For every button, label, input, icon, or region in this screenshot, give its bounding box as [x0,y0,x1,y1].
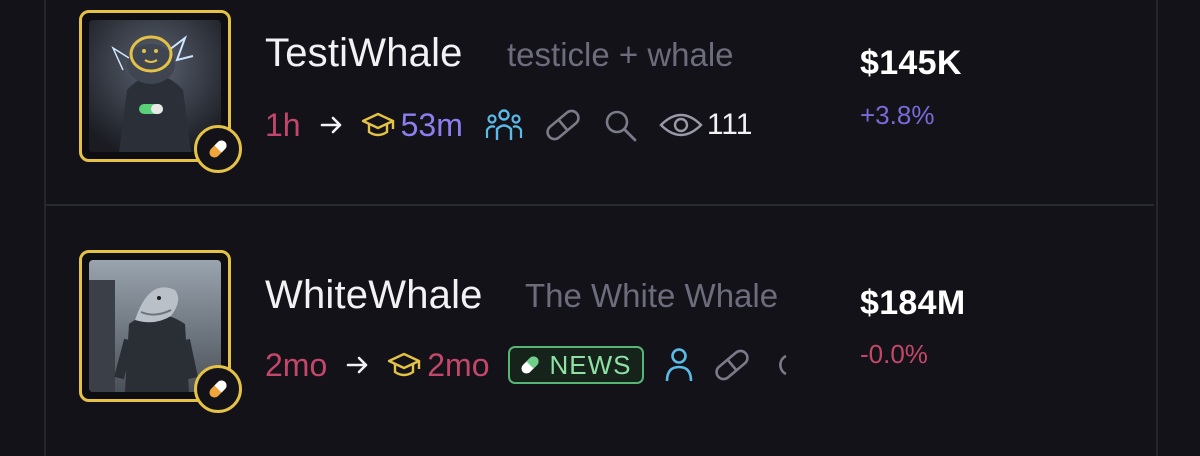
overflow-fade [822,335,852,395]
token-price: $184M [860,284,966,322]
row-divider [46,204,1154,206]
token-age: 1h [265,106,301,143]
user-icon[interactable] [664,347,694,383]
pill-badge-icon [194,365,242,413]
graduation-cap-icon [361,110,395,140]
pill-badge-icon [194,125,242,173]
token-tagline: testicle + whale [507,36,734,73]
link-icon[interactable] [712,348,752,382]
arrow-right-icon [345,352,371,378]
token-price: $145K [860,44,962,82]
token-meta-row: 2mo 2mo NEWS [265,343,790,387]
search-icon[interactable] [768,348,790,382]
price-change: -0.0% [860,339,928,369]
link-icon[interactable] [543,108,583,142]
view-count: 111 [706,108,753,141]
token-meta-row: 1h 53m 111 [265,103,752,147]
eye-icon [659,110,703,140]
graduated-age: 53m [400,106,463,143]
token-tagline: The White Whale [525,277,779,314]
token-row[interactable]: TestiWhale testicle + whale 1h 53m 111 $… [0,0,1200,200]
price-change: +3.8% [860,100,935,130]
token-row[interactable]: WhiteWhale The White Whale 2mo 2mo NEWS … [0,240,1200,440]
token-avatar-frame[interactable] [79,10,242,173]
token-name[interactable]: WhiteWhale [265,273,483,318]
pill-icon [518,353,542,377]
token-age: 2mo [265,346,328,383]
search-icon[interactable] [603,108,639,142]
holders-group-icon[interactable] [485,108,523,142]
news-label: NEWS [549,349,632,380]
graduated-age: 2mo [427,346,490,383]
graduation-cap-icon [387,350,421,380]
news-badge[interactable]: NEWS [507,346,644,384]
token-avatar-frame[interactable] [79,250,242,413]
token-name[interactable]: TestiWhale [265,31,463,76]
arrow-right-icon [319,112,345,138]
